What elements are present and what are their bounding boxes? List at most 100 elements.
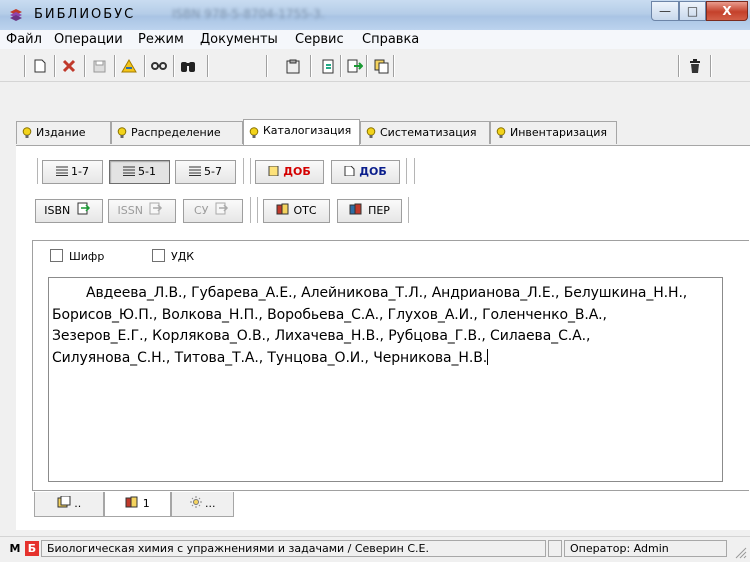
status-operator: Оператор: Admin xyxy=(564,540,727,557)
shifr-checkbox[interactable]: Шифр xyxy=(50,249,104,263)
bottom-tab-1[interactable]: .. xyxy=(34,492,104,517)
bulb-icon xyxy=(496,127,506,138)
menu-file[interactable]: Файл xyxy=(6,32,42,47)
udk-checkbox[interactable]: УДК xyxy=(152,249,194,263)
copy-pages-icon[interactable] xyxy=(371,56,391,76)
bulb-icon xyxy=(117,127,127,138)
format-1-7-label: 1-7 xyxy=(71,165,89,178)
author-line: Зезеров_Е.Г., Корлякова_О.В., Лихачева_Н… xyxy=(52,328,591,344)
document-import-icon[interactable] xyxy=(318,56,338,76)
bottom-tab-3-label: ... xyxy=(205,497,216,510)
menu-operations[interactable]: Операции xyxy=(54,32,123,47)
status-empty-cell xyxy=(548,540,562,557)
row-separator xyxy=(250,197,252,223)
warning-icon[interactable] xyxy=(119,56,139,76)
row-separator xyxy=(414,158,416,184)
trash-icon[interactable] xyxy=(685,56,705,76)
window-title-extra: ISBN 978-5-8704-1755-3. xyxy=(172,7,325,21)
bulb-icon xyxy=(22,127,32,138)
menu-documents[interactable]: Документы xyxy=(200,32,278,47)
delete-icon[interactable] xyxy=(59,56,79,76)
format-5-1-button[interactable]: 5-1 xyxy=(109,160,170,184)
menu-service[interactable]: Сервис xyxy=(295,32,344,47)
tab-label: Каталогизация xyxy=(263,124,352,137)
toolbar-separator xyxy=(310,55,312,77)
add-red-button[interactable]: ДОБ xyxy=(255,160,324,184)
tab-label: Систематизация xyxy=(380,126,477,139)
isbn-button[interactable]: ISBN xyxy=(35,199,103,223)
author-line: Силуянова_С.Н., Титова_Т.А., Тунцова_О.И… xyxy=(52,348,722,370)
toolbar-separator xyxy=(173,55,175,77)
books-red-icon xyxy=(276,203,289,215)
close-icon: X xyxy=(722,4,732,18)
author-line-text: Авдеева_Л.В., Губарева_А.Е., Алейникова_… xyxy=(86,285,688,301)
resize-grip-icon[interactable] xyxy=(733,545,747,559)
bottom-tab-3[interactable]: ... xyxy=(171,492,234,517)
title-bar[interactable]: БИБЛИОБУС ISBN 978-5-8704-1755-3. — □ X xyxy=(0,0,750,31)
toolbar-separator xyxy=(366,55,368,77)
isbn-doc-icon xyxy=(77,202,90,215)
window-title: БИБЛИОБУС xyxy=(34,7,136,22)
tab-systematization[interactable]: Систематизация xyxy=(360,121,490,144)
toolbar-separator xyxy=(340,55,342,77)
toolbar-separator xyxy=(84,55,86,77)
list-icon xyxy=(123,166,136,176)
list-icon xyxy=(56,166,69,176)
shifr-label: Шифр xyxy=(69,250,105,263)
format-5-1-label: 5-1 xyxy=(138,165,156,178)
app-books-icon xyxy=(10,9,22,21)
per-button[interactable]: ПЕР xyxy=(337,199,402,223)
glasses-icon[interactable] xyxy=(149,56,169,76)
minimize-button[interactable]: — xyxy=(651,1,679,21)
author-line: Борисов_Ю.П., Волкова_Н.П., Воробьева_С.… xyxy=(52,306,607,323)
row-separator xyxy=(406,158,408,184)
ots-button[interactable]: ОТС xyxy=(263,199,330,223)
toolbar-separator xyxy=(114,55,116,77)
new-page-icon xyxy=(344,166,355,176)
tab-label: Распределение xyxy=(131,126,221,139)
format-5-7-button[interactable]: 5-7 xyxy=(175,160,236,184)
mode-m-badge: М xyxy=(9,542,21,555)
clipboard-icon[interactable] xyxy=(283,56,303,76)
author-line-text: Силуянова_С.Н., Титова_Т.А., Тунцова_О.И… xyxy=(52,349,488,366)
menu-help[interactable]: Справка xyxy=(362,32,419,47)
bottom-tab-2[interactable]: 1 xyxy=(104,492,171,517)
tab-edition[interactable]: Издание xyxy=(16,121,111,144)
text-caret xyxy=(487,348,489,365)
maximize-button[interactable]: □ xyxy=(679,1,706,21)
format-1-7-button[interactable]: 1-7 xyxy=(42,160,103,184)
toolbar xyxy=(0,49,750,82)
authors-text-area[interactable]: Авдеева_Л.В., Губарева_А.Е., Алейникова_… xyxy=(48,277,723,482)
app-window: БИБЛИОБУС ISBN 978-5-8704-1755-3. — □ X … xyxy=(0,0,750,562)
export-arrow-icon[interactable] xyxy=(345,56,365,76)
status-book-title: Биологическая химия с упражнениями и зад… xyxy=(41,540,546,557)
add-blue-button[interactable]: ДОБ xyxy=(331,160,400,184)
bulb-icon xyxy=(366,127,376,138)
books-red-icon xyxy=(125,496,138,508)
issn-button[interactable]: ISSN xyxy=(108,199,176,223)
books-move-icon xyxy=(349,203,362,215)
su-button[interactable]: СУ xyxy=(183,199,243,223)
toolbar-separator xyxy=(207,55,209,77)
save-icon[interactable] xyxy=(89,56,109,76)
tab-distribution[interactable]: Распределение xyxy=(111,121,243,144)
toolbar-separator xyxy=(710,55,712,77)
row-separator xyxy=(408,197,410,223)
new-document-icon[interactable] xyxy=(30,56,50,76)
maximize-icon: □ xyxy=(686,4,699,18)
ots-label: ОТС xyxy=(293,204,317,217)
close-button[interactable]: X xyxy=(706,1,748,21)
document-stack-icon xyxy=(57,495,71,508)
author-line: Авдеева_Л.В., Губарева_А.Е., Алейникова_… xyxy=(52,283,722,305)
list-icon xyxy=(189,166,202,176)
tab-inventory[interactable]: Инвентаризация xyxy=(490,121,617,144)
binoculars-icon[interactable] xyxy=(178,56,198,76)
row-separator xyxy=(37,158,39,184)
tab-label: Инвентаризация xyxy=(510,126,607,139)
toolbar-separator xyxy=(266,55,268,77)
menu-mode[interactable]: Режим xyxy=(138,32,184,47)
menu-bar: Файл Операции Режим Документы Сервис Спр… xyxy=(0,30,750,49)
bottom-tab-1-label: .. xyxy=(74,497,82,510)
tab-cataloging[interactable]: Каталогизация xyxy=(243,119,360,145)
checkbox-box xyxy=(50,249,63,262)
